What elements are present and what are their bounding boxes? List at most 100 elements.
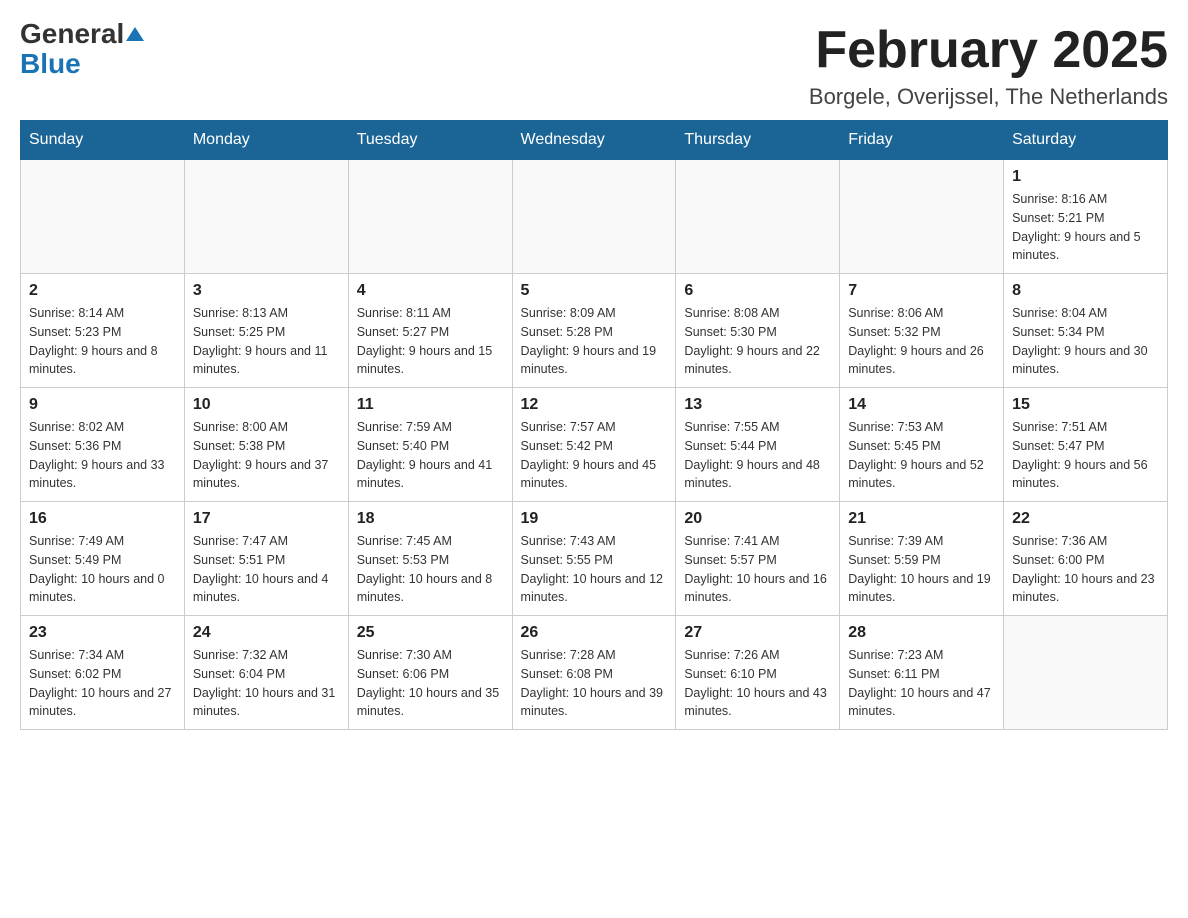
calendar-day-cell: 25Sunrise: 7:30 AMSunset: 6:06 PMDayligh…: [348, 616, 512, 730]
day-number: 10: [193, 396, 340, 414]
calendar-day-cell: [21, 160, 185, 274]
day-number: 2: [29, 282, 176, 300]
day-number: 8: [1012, 282, 1159, 300]
calendar-day-cell: 16 Sunrise: 7:49 AMSunset: 5:49 PMDayligh…: [21, 502, 185, 616]
day-number: 5: [521, 282, 668, 300]
calendar-day-cell: 11 Sunrise: 7:59 AMSunset: 5:40 PMDayligh…: [348, 388, 512, 502]
day-info: Sunrise: 7:28 AMSunset: 6:08 PMDaylight:…: [521, 646, 668, 721]
calendar-day-cell: 28 Sunrise: 7:23 AMSunset: 6:11 PMDayligh…: [840, 616, 1004, 730]
day-number: 15: [1012, 396, 1159, 414]
weekday-header-thursday: Thursday: [676, 121, 840, 160]
day-number: 6: [684, 282, 831, 300]
calendar-day-cell: 19Sunrise: 7:43 AMSunset: 5:55 PMDayligh…: [512, 502, 676, 616]
calendar-week-row: 2 Sunrise: 8:14 AMSunset: 5:23 PMDaylight…: [21, 274, 1168, 388]
day-number: 12: [521, 396, 668, 414]
calendar-day-cell: [1004, 616, 1168, 730]
day-info: Sunrise: 7:23 AMSunset: 6:11 PMDaylight:…: [848, 646, 995, 721]
calendar-day-cell: 10 Sunrise: 8:00 AMSunset: 5:38 PMDayligh…: [184, 388, 348, 502]
calendar-day-cell: 5 Sunrise: 8:09 AMSunset: 5:28 PMDaylight…: [512, 274, 676, 388]
day-info: Sunrise: 7:36 AMSunset: 6:00 PMDaylight:…: [1012, 532, 1159, 607]
day-number: 22: [1012, 510, 1159, 528]
day-number: 20: [684, 510, 831, 528]
day-info: Sunrise: 7:49 AMSunset: 5:49 PMDaylight:…: [29, 532, 176, 607]
calendar-day-cell: 18 Sunrise: 7:45 AMSunset: 5:53 PMDayligh…: [348, 502, 512, 616]
day-info: Sunrise: 7:45 AMSunset: 5:53 PMDaylight:…: [357, 532, 504, 607]
calendar-day-cell: [840, 160, 1004, 274]
day-number: 11: [357, 396, 504, 414]
calendar-day-cell: [348, 160, 512, 274]
day-number: 7: [848, 282, 995, 300]
day-info: Sunrise: 8:13 AMSunset: 5:25 PMDaylight:…: [193, 304, 340, 379]
calendar-day-cell: [512, 160, 676, 274]
day-info: Sunrise: 7:55 AMSunset: 5:44 PMDaylight:…: [684, 418, 831, 493]
day-number: 23: [29, 624, 176, 642]
logo-general-text: General: [20, 20, 124, 48]
calendar-day-cell: [676, 160, 840, 274]
day-number: 1: [1012, 168, 1159, 186]
day-number: 24: [193, 624, 340, 642]
logo-blue-text: Blue: [20, 48, 81, 79]
title-section: February 2025 Borgele, Overijssel, The N…: [809, 20, 1168, 110]
day-info: Sunrise: 8:14 AMSunset: 5:23 PMDaylight:…: [29, 304, 176, 379]
calendar-week-row: 16 Sunrise: 7:49 AMSunset: 5:49 PMDayligh…: [21, 502, 1168, 616]
day-info: Sunrise: 7:39 AMSunset: 5:59 PMDaylight:…: [848, 532, 995, 607]
day-number: 17: [193, 510, 340, 528]
calendar-week-row: 1 Sunrise: 8:16 AMSunset: 5:21 PMDaylight…: [21, 160, 1168, 274]
weekday-header-tuesday: Tuesday: [348, 121, 512, 160]
day-number: 16: [29, 510, 176, 528]
day-number: 3: [193, 282, 340, 300]
calendar-day-cell: 6 Sunrise: 8:08 AMSunset: 5:30 PMDaylight…: [676, 274, 840, 388]
calendar-day-cell: 27 Sunrise: 7:26 AMSunset: 6:10 PMDayligh…: [676, 616, 840, 730]
page-header: General Blue February 2025 Borgele, Over…: [20, 20, 1168, 110]
day-info: Sunrise: 7:30 AMSunset: 6:06 PMDaylight:…: [357, 646, 504, 721]
calendar-day-cell: 1 Sunrise: 8:16 AMSunset: 5:21 PMDaylight…: [1004, 160, 1168, 274]
day-number: 4: [357, 282, 504, 300]
day-info: Sunrise: 8:02 AMSunset: 5:36 PMDaylight:…: [29, 418, 176, 493]
day-info: Sunrise: 7:59 AMSunset: 5:40 PMDaylight:…: [357, 418, 504, 493]
logo-triangle-icon: [126, 23, 144, 41]
day-info: Sunrise: 7:26 AMSunset: 6:10 PMDaylight:…: [684, 646, 831, 721]
weekday-header-saturday: Saturday: [1004, 121, 1168, 160]
calendar-day-cell: 12 Sunrise: 7:57 AMSunset: 5:42 PMDayligh…: [512, 388, 676, 502]
day-info: Sunrise: 7:43 AMSunset: 5:55 PMDaylight:…: [521, 532, 668, 607]
calendar-week-row: 9 Sunrise: 8:02 AMSunset: 5:36 PMDaylight…: [21, 388, 1168, 502]
calendar-day-cell: 7 Sunrise: 8:06 AMSunset: 5:32 PMDaylight…: [840, 274, 1004, 388]
day-number: 14: [848, 396, 995, 414]
day-info: Sunrise: 7:57 AMSunset: 5:42 PMDaylight:…: [521, 418, 668, 493]
weekday-header-wednesday: Wednesday: [512, 121, 676, 160]
calendar-day-cell: [184, 160, 348, 274]
day-number: 26: [521, 624, 668, 642]
calendar-table: SundayMondayTuesdayWednesdayThursdayFrid…: [20, 120, 1168, 730]
calendar-day-cell: 21 Sunrise: 7:39 AMSunset: 5:59 PMDayligh…: [840, 502, 1004, 616]
calendar-title: February 2025: [809, 20, 1168, 80]
day-number: 28: [848, 624, 995, 642]
calendar-day-cell: 4Sunrise: 8:11 AMSunset: 5:27 PMDaylight…: [348, 274, 512, 388]
day-info: Sunrise: 7:51 AMSunset: 5:47 PMDaylight:…: [1012, 418, 1159, 493]
day-number: 9: [29, 396, 176, 414]
day-number: 21: [848, 510, 995, 528]
calendar-day-cell: 3 Sunrise: 8:13 AMSunset: 5:25 PMDaylight…: [184, 274, 348, 388]
day-info: Sunrise: 8:04 AMSunset: 5:34 PMDaylight:…: [1012, 304, 1159, 379]
day-number: 27: [684, 624, 831, 642]
day-info: Sunrise: 8:00 AMSunset: 5:38 PMDaylight:…: [193, 418, 340, 493]
day-info: Sunrise: 7:32 AMSunset: 6:04 PMDaylight:…: [193, 646, 340, 721]
calendar-day-cell: 13Sunrise: 7:55 AMSunset: 5:44 PMDayligh…: [676, 388, 840, 502]
weekday-header-sunday: Sunday: [21, 121, 185, 160]
day-info: Sunrise: 8:16 AMSunset: 5:21 PMDaylight:…: [1012, 190, 1159, 265]
weekday-header-row: SundayMondayTuesdayWednesdayThursdayFrid…: [21, 121, 1168, 160]
weekday-header-monday: Monday: [184, 121, 348, 160]
calendar-day-cell: 26 Sunrise: 7:28 AMSunset: 6:08 PMDayligh…: [512, 616, 676, 730]
day-info: Sunrise: 7:53 AMSunset: 5:45 PMDaylight:…: [848, 418, 995, 493]
day-info: Sunrise: 8:08 AMSunset: 5:30 PMDaylight:…: [684, 304, 831, 379]
calendar-day-cell: 24 Sunrise: 7:32 AMSunset: 6:04 PMDayligh…: [184, 616, 348, 730]
calendar-day-cell: 2 Sunrise: 8:14 AMSunset: 5:23 PMDaylight…: [21, 274, 185, 388]
calendar-day-cell: 17 Sunrise: 7:47 AMSunset: 5:51 PMDayligh…: [184, 502, 348, 616]
calendar-day-cell: 14 Sunrise: 7:53 AMSunset: 5:45 PMDayligh…: [840, 388, 1004, 502]
day-number: 18: [357, 510, 504, 528]
day-info: Sunrise: 8:06 AMSunset: 5:32 PMDaylight:…: [848, 304, 995, 379]
calendar-day-cell: 8 Sunrise: 8:04 AMSunset: 5:34 PMDaylight…: [1004, 274, 1168, 388]
day-info: Sunrise: 8:09 AMSunset: 5:28 PMDaylight:…: [521, 304, 668, 379]
calendar-day-cell: 15 Sunrise: 7:51 AMSunset: 5:47 PMDayligh…: [1004, 388, 1168, 502]
weekday-header-friday: Friday: [840, 121, 1004, 160]
day-info: Sunrise: 7:47 AMSunset: 5:51 PMDaylight:…: [193, 532, 340, 607]
